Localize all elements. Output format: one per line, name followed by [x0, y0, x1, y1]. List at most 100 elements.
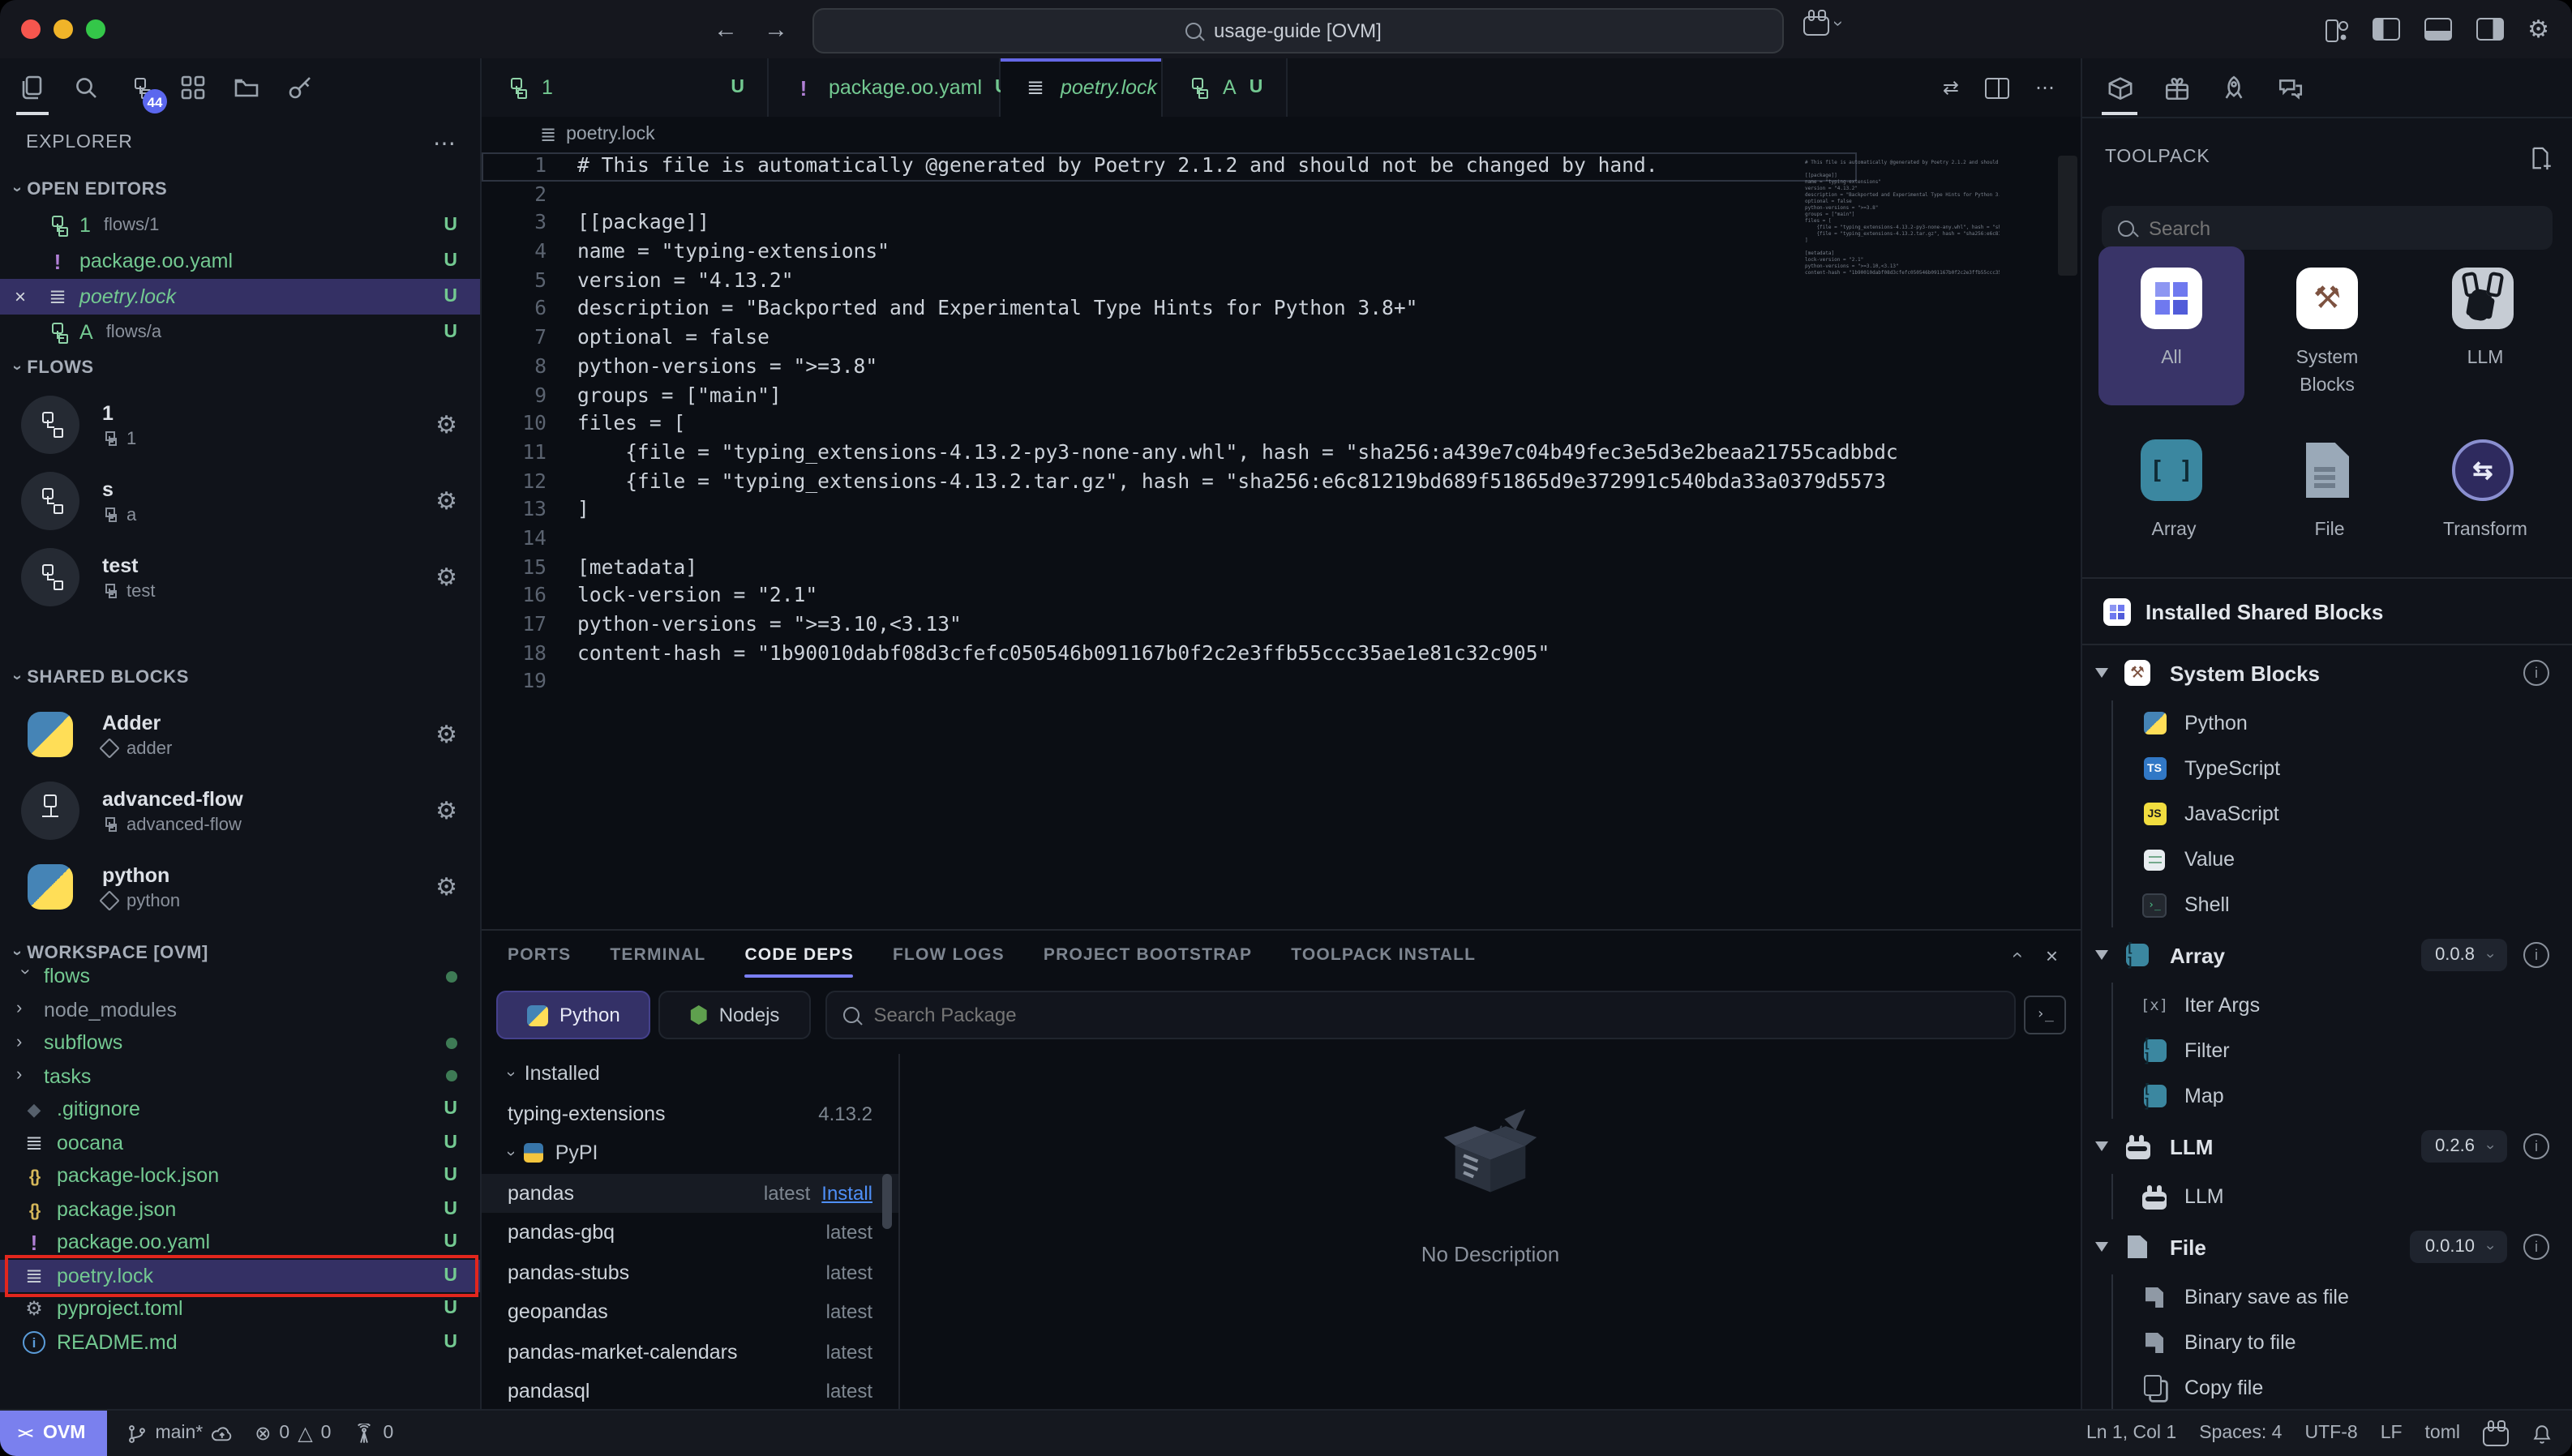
- code-line[interactable]: 2: [482, 181, 1857, 209]
- file-row[interactable]: › subflows: [0, 1026, 480, 1060]
- shared-block-card[interactable]: Adder adder ⚙: [0, 699, 480, 770]
- code-line[interactable]: 12 {file = "typing_extensions-4.13.2.tar…: [482, 468, 1857, 496]
- new-toolpack-icon[interactable]: [2528, 145, 2553, 169]
- flow-card[interactable]: 1 1 ⚙: [0, 389, 480, 460]
- notifications-bell-icon[interactable]: [2531, 1423, 2553, 1444]
- assistant-bunny-icon[interactable]: [1803, 16, 1829, 36]
- code-line[interactable]: 6 description = "Backported and Experime…: [482, 296, 1857, 324]
- toolpack-search-box[interactable]: [2102, 206, 2553, 250]
- file-row[interactable]: › package.json U: [0, 1193, 480, 1226]
- editor-tab[interactable]: poetry.lock U ×: [1001, 58, 1163, 117]
- editor-more-actions-icon[interactable]: ⋯: [2035, 76, 2055, 99]
- open-editors-header[interactable]: › OPEN EDITORS: [13, 172, 467, 208]
- package-row[interactable]: › PyPI: [482, 1133, 898, 1173]
- problems-item[interactable]: ⊗ 0 △ 0: [255, 1422, 331, 1445]
- code-line[interactable]: 8 python-versions = ">=3.8": [482, 353, 1857, 382]
- shared-block-card[interactable]: advanced-flow advanced-flow ⚙: [0, 775, 480, 846]
- block-tree-row[interactable]: LLM: [2082, 1174, 2572, 1219]
- file-row[interactable]: › package-lock.json U: [0, 1159, 480, 1193]
- toolpack-tile[interactable]: Array: [2098, 418, 2244, 577]
- command-center-input[interactable]: [1211, 18, 1412, 44]
- code-line[interactable]: 18 content-hash = "1b90010dabf08d3cfefc0…: [482, 640, 1857, 668]
- package-row[interactable]: › Installed: [482, 1054, 898, 1094]
- flows-activity-icon[interactable]: 44: [123, 71, 156, 104]
- toolpack-tile[interactable]: All: [2098, 246, 2244, 405]
- package-row[interactable]: pandas-market-calendars latest: [482, 1332, 898, 1372]
- info-icon[interactable]: i: [2523, 1133, 2549, 1159]
- shared-block-card[interactable]: python python ⚙: [0, 851, 480, 923]
- toggle-panel-icon[interactable]: [2424, 18, 2451, 41]
- chevron-down-icon[interactable]: [2095, 1141, 2108, 1151]
- block-tree-row[interactable]: JavaScript: [2082, 791, 2572, 837]
- package-row[interactable]: typing-extensions 4.13.2: [482, 1094, 898, 1133]
- gear-icon[interactable]: ⚙: [435, 410, 457, 439]
- terminal-button[interactable]: ›_: [2024, 996, 2066, 1034]
- panel-tab[interactable]: TOOLPACK INSTALL: [1291, 945, 1476, 965]
- python-runtime-button[interactable]: Python: [496, 991, 651, 1039]
- editor-tab[interactable]: 1 U: [482, 58, 769, 117]
- version-dropdown[interactable]: 0.0.10 ›: [2411, 1231, 2507, 1263]
- blocks-activity-icon[interactable]: [177, 71, 209, 104]
- toggle-left-sidebar-icon[interactable]: [2372, 18, 2399, 41]
- panel-tab[interactable]: PROJECT BOOTSTRAP: [1044, 945, 1252, 965]
- block-tree-row[interactable]: LLM 0.2.6 › i: [2082, 1119, 2572, 1174]
- code-line[interactable]: 9 groups = ["main"]: [482, 382, 1857, 410]
- eol-sequence[interactable]: LF: [2381, 1424, 2403, 1443]
- block-tree-row[interactable]: Filter: [2082, 1028, 2572, 1073]
- block-tree-row[interactable]: Binary save as file: [2082, 1274, 2572, 1320]
- open-editor-item[interactable]: 1 flows/1 U: [0, 208, 480, 243]
- zoom-window-button[interactable]: [86, 19, 105, 39]
- code-line[interactable]: 1 # This file is automatically @generate…: [482, 152, 1857, 181]
- rocket-tab-icon[interactable]: [2218, 73, 2248, 102]
- gear-icon[interactable]: ⚙: [435, 563, 457, 592]
- gift-tab-icon[interactable]: [2162, 73, 2191, 102]
- gear-icon[interactable]: ⚙: [435, 872, 457, 901]
- panel-tab[interactable]: TERMINAL: [610, 945, 705, 965]
- code-line[interactable]: 15 [metadata]: [482, 554, 1857, 582]
- chevron-down-icon[interactable]: [2095, 1242, 2108, 1252]
- file-row[interactable]: › package.oo.yaml U: [0, 1226, 480, 1259]
- more-actions-icon[interactable]: ⋯: [433, 129, 457, 156]
- split-editor-icon[interactable]: [1985, 77, 2009, 98]
- language-mode[interactable]: toml: [2425, 1424, 2460, 1443]
- code-line[interactable]: 10 files = [: [482, 410, 1857, 439]
- gear-icon[interactable]: ⚙: [435, 486, 457, 516]
- block-tree-row[interactable]: Iter Args: [2082, 983, 2572, 1028]
- file-row[interactable]: › flows: [0, 960, 480, 993]
- code-line[interactable]: 11 {file = "typing_extensions-4.13.2-py3…: [482, 439, 1857, 468]
- chat-tab-icon[interactable]: [2275, 73, 2304, 102]
- close-window-button[interactable]: [21, 19, 41, 39]
- breadcrumb[interactable]: ≣ poetry.lock: [482, 117, 2081, 152]
- package-row[interactable]: pandasql latest: [482, 1372, 898, 1411]
- info-icon[interactable]: i: [2523, 1234, 2549, 1260]
- block-tree-row[interactable]: Map: [2082, 1073, 2572, 1119]
- back-button[interactable]: ←: [714, 15, 738, 43]
- encoding[interactable]: UTF-8: [2305, 1424, 2358, 1443]
- toolpack-search-input[interactable]: [2145, 215, 2536, 241]
- toolpack-tile[interactable]: LLM: [2410, 246, 2556, 405]
- toolpack-tile[interactable]: Transform: [2410, 418, 2556, 577]
- panel-tab[interactable]: CODE DEPS: [744, 945, 854, 965]
- toolpack-tile[interactable]: File: [2254, 418, 2400, 577]
- package-row[interactable]: pandas-stubs latest: [482, 1253, 898, 1292]
- open-editor-item[interactable]: × poetry.lock U: [0, 279, 480, 315]
- chevron-down-icon[interactable]: [2095, 668, 2108, 678]
- command-center-search[interactable]: [812, 8, 1784, 54]
- flow-card[interactable]: test test ⚙: [0, 542, 480, 613]
- editor-tab[interactable]: A U: [1163, 58, 1287, 117]
- code-line[interactable]: 4 name = "typing-extensions": [482, 238, 1857, 267]
- flows-header[interactable]: › FLOWS: [13, 350, 467, 386]
- package-row[interactable]: pandas latest Install: [482, 1173, 898, 1213]
- file-row[interactable]: › node_modules: [0, 993, 480, 1026]
- flow-card[interactable]: s a ⚙: [0, 465, 480, 537]
- gear-icon[interactable]: ⚙: [435, 796, 457, 825]
- info-icon[interactable]: i: [2523, 942, 2549, 968]
- version-dropdown[interactable]: 0.0.8 ›: [2420, 939, 2507, 971]
- panel-tab[interactable]: PORTS: [508, 945, 571, 965]
- indentation[interactable]: Spaces: 4: [2199, 1424, 2282, 1443]
- block-tree-row[interactable]: Shell: [2082, 882, 2572, 927]
- code-line[interactable]: 13 ]: [482, 497, 1857, 525]
- open-editor-item[interactable]: package.oo.yaml U: [0, 243, 480, 279]
- settings-gear-icon[interactable]: ⚙: [2527, 17, 2549, 41]
- toolpack-tab-icon[interactable]: [2105, 73, 2134, 102]
